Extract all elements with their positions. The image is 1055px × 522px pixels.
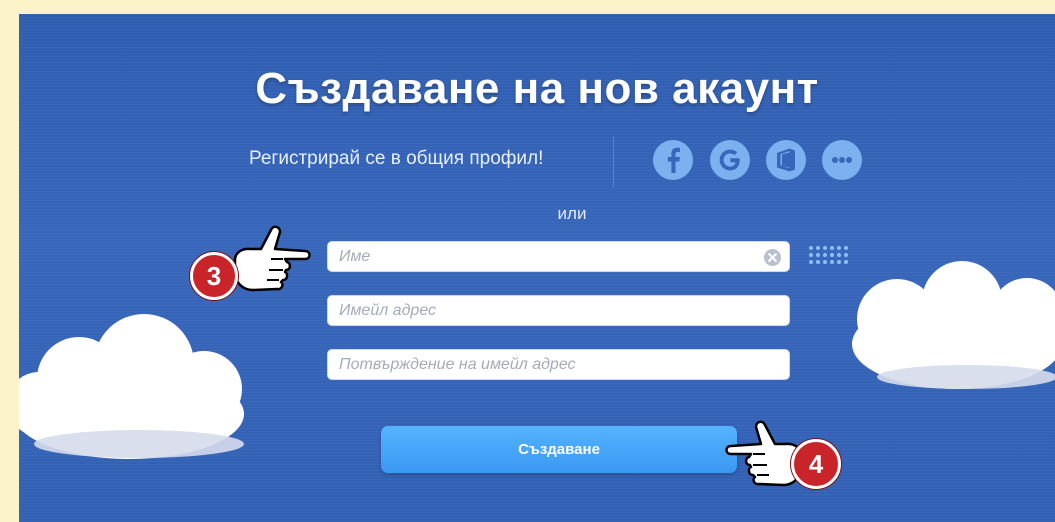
facebook-login-button[interactable] (653, 140, 693, 180)
cloud-right-decoration (852, 261, 1055, 389)
step-3-badge: 3 (190, 252, 238, 300)
social-divider (613, 136, 614, 188)
office-icon (766, 140, 806, 180)
name-field (327, 241, 790, 272)
clear-input-icon[interactable] (763, 248, 782, 267)
register-subtitle: Регистрирай се в общия профил! (249, 148, 544, 169)
create-account-button[interactable]: Създаване (381, 426, 737, 473)
cloud-left-decoration (19, 314, 244, 459)
more-login-options-button[interactable] (822, 140, 862, 180)
name-input[interactable] (328, 242, 789, 271)
step-4-badge: 4 (791, 439, 841, 489)
email-input[interactable] (328, 296, 789, 325)
confirm-email-field (327, 349, 790, 380)
step-4-annotation: 4 (719, 417, 849, 497)
google-icon (710, 140, 750, 180)
page-title: Създаване на нов акаунт (255, 64, 819, 113)
google-login-button[interactable] (710, 140, 750, 180)
confirm-email-input[interactable] (328, 350, 789, 379)
email-field (327, 295, 790, 326)
virtual-keyboard-icon[interactable] (807, 244, 849, 266)
or-separator: или (557, 204, 587, 223)
step-4-number: 4 (808, 448, 824, 479)
office-login-button[interactable] (766, 140, 806, 180)
facebook-icon (653, 140, 693, 180)
step-3-annotation: 3 (187, 222, 317, 302)
more-icon (822, 140, 862, 180)
registration-panel: Създаване на нов акаунт Регистрирай се в… (19, 14, 1055, 522)
step-3-number: 3 (206, 260, 222, 291)
